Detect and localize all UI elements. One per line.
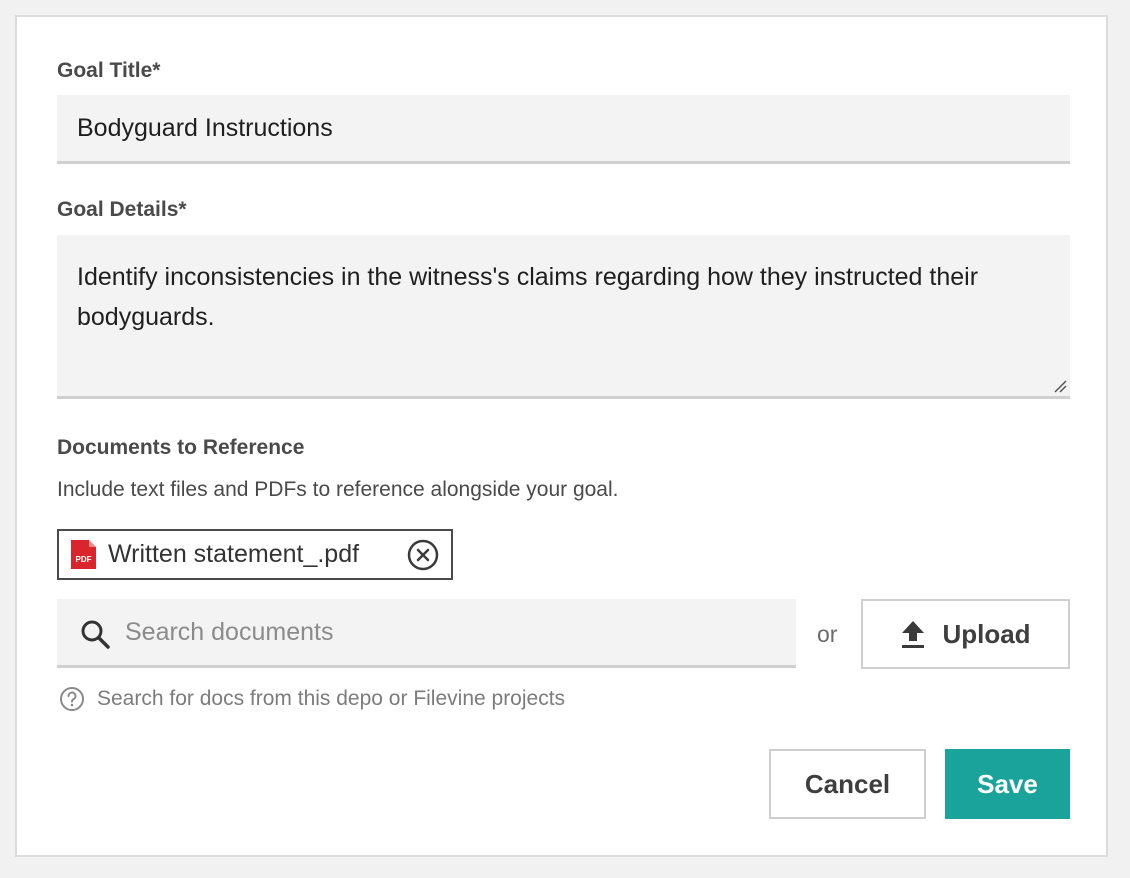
resize-grip-icon[interactable] [1053, 379, 1067, 393]
goal-title-input[interactable]: Bodyguard Instructions [57, 95, 1070, 164]
document-search-input[interactable] [125, 599, 765, 665]
search-hint: Search for docs from this depo or Filevi… [59, 686, 565, 712]
goal-details-textarea[interactable]: Identify inconsistencies in the witness'… [57, 235, 1070, 399]
attachment-chip: PDF Written statement_.pdf [57, 529, 453, 580]
documents-helper-text: Include text files and PDFs to reference… [57, 478, 619, 501]
save-button[interactable]: Save [945, 749, 1070, 819]
goal-form-card: Goal Title* Bodyguard Instructions Goal … [15, 15, 1108, 857]
goal-title-label: Goal Title* [57, 59, 161, 82]
or-separator: or [817, 621, 838, 647]
attachment-name: Written statement_.pdf [108, 540, 360, 568]
pdf-icon: PDF [71, 540, 96, 569]
goal-details-label: Goal Details* [57, 198, 187, 221]
help-circle-icon[interactable] [59, 686, 85, 712]
pdf-icon-text: PDF [76, 555, 92, 564]
cancel-button[interactable]: Cancel [769, 749, 926, 819]
remove-attachment-icon[interactable] [407, 539, 439, 571]
upload-button[interactable]: Upload [861, 599, 1070, 669]
goal-title-value[interactable]: Bodyguard Instructions [77, 95, 333, 161]
goal-details-value[interactable]: Identify inconsistencies in the witness'… [77, 257, 1050, 337]
search-hint-text: Search for docs from this depo or Filevi… [97, 687, 566, 710]
upload-button-label: Upload [942, 618, 1031, 649]
document-search-field[interactable] [57, 599, 796, 668]
search-icon [81, 620, 110, 649]
documents-label: Documents to Reference [57, 436, 305, 459]
upload-icon [902, 621, 925, 648]
